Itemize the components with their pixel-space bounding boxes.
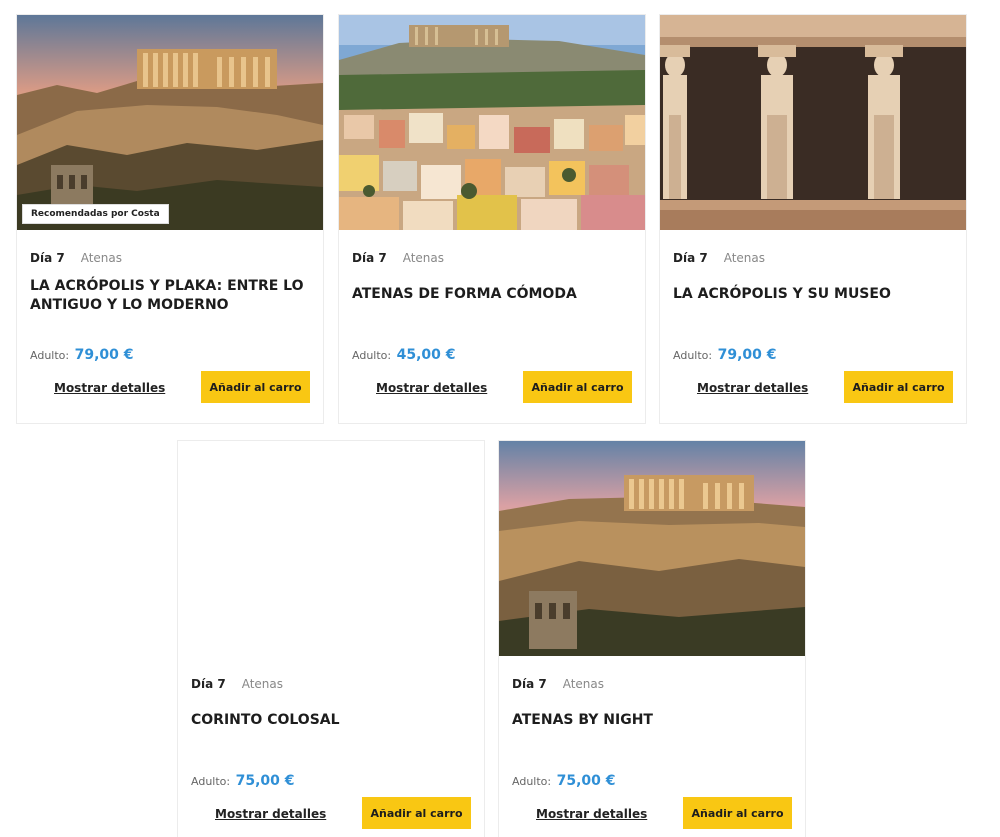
add-to-cart-button[interactable]: Añadir al carro (201, 371, 310, 403)
tour-card: Día 7 Atenas CORINTO COLOSAL Adulto: 75,0… (177, 440, 485, 837)
tour-price: Adulto: 45,00 € (352, 347, 456, 363)
show-details-link[interactable]: Mostrar detalles (376, 381, 487, 395)
tour-day: Día 7 (673, 251, 708, 265)
blank-image[interactable] (178, 441, 484, 656)
show-details-link[interactable]: Mostrar detalles (215, 807, 326, 821)
tour-city: Atenas (562, 677, 604, 691)
show-details-link[interactable]: Mostrar detalles (54, 381, 165, 395)
tour-meta: Día 7 Atenas (30, 251, 122, 265)
tour-day: Día 7 (512, 677, 547, 691)
tour-meta: Día 7 Atenas (512, 677, 604, 691)
price-amount: 45,00 € (396, 347, 456, 363)
recommended-badge: Recomendadas por Costa (22, 204, 169, 224)
tour-card: Día 7 Atenas LA ACRÓPOLIS Y SU MUSEO Adul… (659, 14, 967, 424)
add-to-cart-button[interactable]: Añadir al carro (683, 797, 792, 829)
tour-title[interactable]: LA ACRÓPOLIS Y SU MUSEO (673, 285, 953, 304)
price-amount: 75,00 € (235, 773, 295, 789)
price-amount: 79,00 € (74, 347, 134, 363)
acropolis-sunset-photo[interactable]: Recomendadas por Costa (17, 15, 323, 230)
tour-card: Día 7 Atenas ATENAS DE FORMA CÓMODA Adult… (338, 14, 646, 424)
add-to-cart-button[interactable]: Añadir al carro (362, 797, 471, 829)
tour-day: Día 7 (352, 251, 387, 265)
tour-title[interactable]: ATENAS DE FORMA CÓMODA (352, 285, 632, 304)
add-to-cart-button[interactable]: Añadir al carro (523, 371, 632, 403)
tour-city: Atenas (241, 677, 283, 691)
price-prefix: Adulto: (191, 775, 231, 788)
price-prefix: Adulto: (30, 349, 70, 362)
price-prefix: Adulto: (352, 349, 392, 362)
price-amount: 79,00 € (717, 347, 777, 363)
tour-city: Atenas (723, 251, 765, 265)
tour-title[interactable]: CORINTO COLOSAL (191, 711, 471, 730)
tour-card: Día 7 Atenas ATENAS BY NIGHT Adulto: 75,0… (498, 440, 806, 837)
tour-price: Adulto: 79,00 € (673, 347, 777, 363)
show-details-link[interactable]: Mostrar detalles (697, 381, 808, 395)
tour-city: Atenas (402, 251, 444, 265)
price-prefix: Adulto: (673, 349, 713, 362)
tour-title[interactable]: ATENAS BY NIGHT (512, 711, 792, 730)
tour-city: Atenas (80, 251, 122, 265)
caryatids-statues-photo[interactable] (660, 15, 966, 230)
tour-meta: Día 7 Atenas (673, 251, 765, 265)
acropolis-sunset-photo[interactable] (499, 441, 805, 656)
tour-price: Adulto: 79,00 € (30, 347, 134, 363)
tour-day: Día 7 (191, 677, 226, 691)
tour-card: Recomendadas por Costa Día 7 Atenas LA AC… (16, 14, 324, 424)
price-prefix: Adulto: (512, 775, 552, 788)
tour-meta: Día 7 Atenas (191, 677, 283, 691)
tour-title[interactable]: LA ACRÓPOLIS Y PLAKA: ENTRE LO ANTIGUO Y… (30, 277, 310, 315)
show-details-link[interactable]: Mostrar detalles (536, 807, 647, 821)
tour-meta: Día 7 Atenas (352, 251, 444, 265)
plaka-hillside-houses-photo[interactable] (339, 15, 645, 230)
tour-price: Adulto: 75,00 € (191, 773, 295, 789)
price-amount: 75,00 € (556, 773, 616, 789)
tour-price: Adulto: 75,00 € (512, 773, 616, 789)
add-to-cart-button[interactable]: Añadir al carro (844, 371, 953, 403)
tour-day: Día 7 (30, 251, 65, 265)
